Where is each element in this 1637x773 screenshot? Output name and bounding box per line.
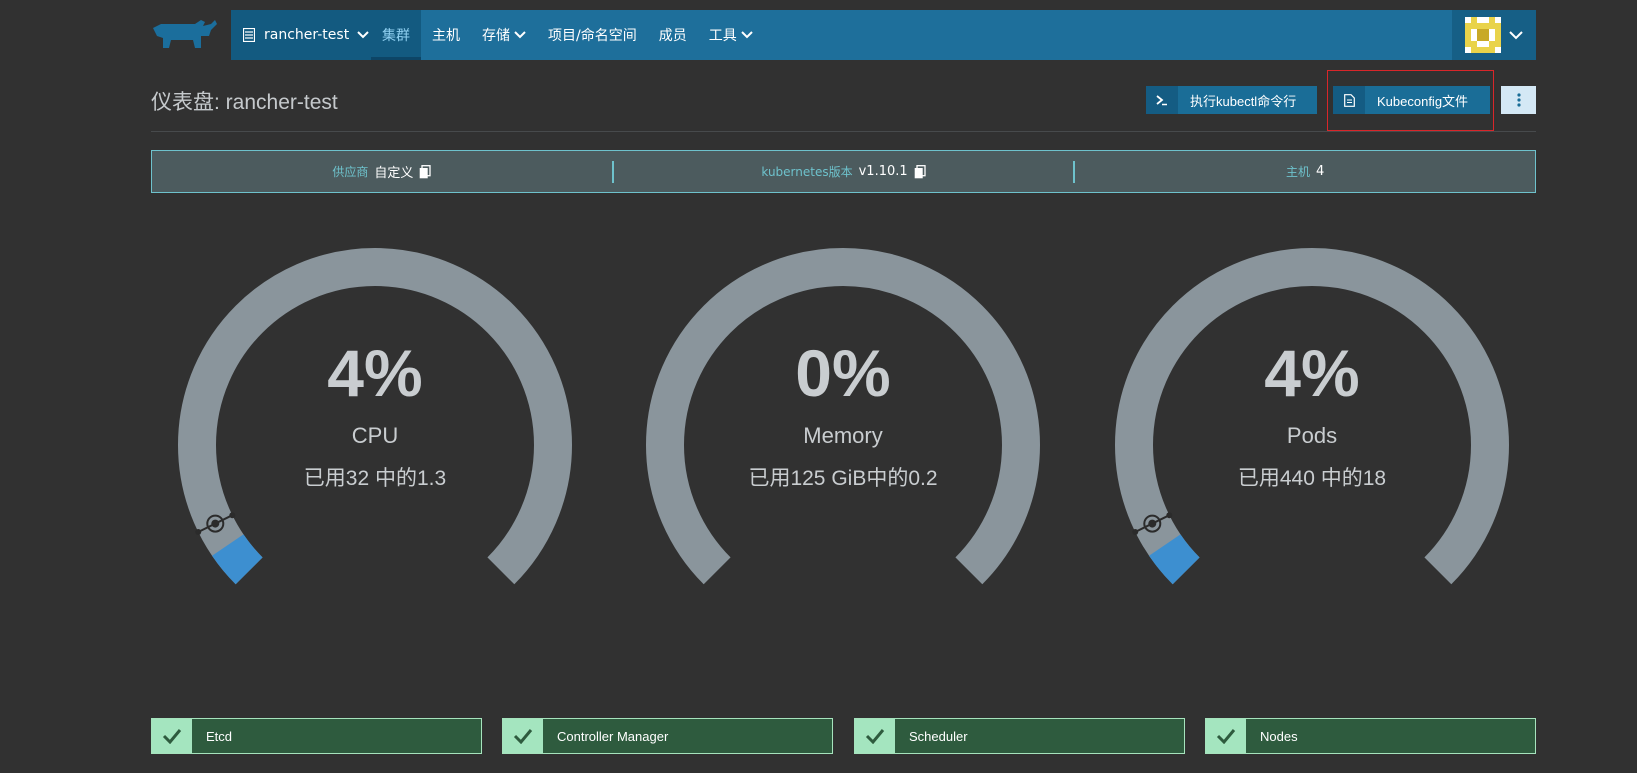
nav-hosts[interactable]: 主机 [421,10,471,60]
hosts-label: 主机 [1286,165,1311,179]
memory-gauge: 0% Memory 已用125 GiB中的0.2 [638,240,1048,600]
pods-label: Pods [1286,423,1338,448]
check-icon [855,719,895,753]
check-icon [503,719,543,753]
status-scheduler: Scheduler [854,718,1185,754]
pods-gauge-ring [1115,248,1509,585]
gauge-track [178,248,572,585]
k8s-version-label: kubernetes版本 [761,165,853,179]
cpu-percent: 4% [327,336,423,410]
nav-storage-label: 存储 [482,28,510,44]
nav-cluster-label: 集群 [382,28,410,44]
gauge-marker-dot [1166,512,1173,519]
file-icon [1333,86,1365,114]
cluster-switcher[interactable]: rancher-test [231,10,371,60]
gauge-marker-dot [1132,528,1139,535]
cluster-name: rancher-test [264,27,350,43]
gauge-marker-dot [229,512,236,519]
chevron-down-icon [357,31,369,39]
memory-percent: 0% [795,336,891,410]
status-nodes: Nodes [1205,718,1536,754]
status-etcd: Etcd [151,718,482,754]
cpu-usage-detail: 已用32 中的1.3 [303,467,447,490]
nav-storage[interactable]: 存储 [471,10,537,60]
chevron-down-icon [1509,30,1523,39]
memory-label: Memory [803,423,883,448]
memory-gauge-ring [646,248,1040,585]
header-divider [151,131,1536,132]
kubeconfig-file-button[interactable]: Kubeconfig文件 [1333,86,1490,114]
cluster-info-bar: 供应商 自定义 kubernetes版本 v1.10.1 主机 4 [151,150,1536,193]
status-label: Controller Manager [557,728,669,744]
nav-projects-label: 项目/命名空间 [548,28,637,44]
chevron-down-icon [514,31,526,39]
cluster-list-icon [243,28,255,42]
cpu-gauge-ring [178,248,572,585]
nav-members[interactable]: 成员 [648,10,698,60]
top-navbar: rancher-test 集群 主机 存储 项目/命名空间 成员 工具 [231,10,1536,60]
avatar [1465,17,1501,53]
terminal-icon [1146,86,1178,114]
hosts-info: 主机 4 [1075,151,1535,192]
status-label: Etcd [206,728,233,744]
k8s-version-value: v1.10.1 [858,164,908,179]
pods-gauge: 4% Pods 已用440 中的18 [1107,240,1517,600]
pods-usage-detail: 已用440 中的18 [1237,467,1387,490]
provider-label: 供应商 [332,165,369,179]
status-controller-manager: Controller Manager [502,718,833,754]
page-title: 仪表盘: rancher-test [151,91,338,114]
memory-usage-detail: 已用125 GiB中的0.2 [748,467,938,490]
gauge-indicator-dot [211,519,220,528]
user-menu[interactable] [1452,10,1536,60]
cpu-gauge: 4% CPU 已用32 中的1.3 [170,240,580,600]
kubernetes-version-info: kubernetes版本 v1.10.1 [614,151,1074,192]
provider-value: 自定义 [374,166,414,181]
more-actions-button[interactable] [1501,86,1536,114]
kubeconfig-button-label: Kubeconfig文件 [1377,93,1469,109]
nav-projects-namespaces[interactable]: 项目/命名空间 [537,10,648,60]
check-icon [1206,719,1246,753]
gauge-indicator-dot [1148,519,1157,528]
nav-tools-label: 工具 [708,28,737,44]
rancher-logo[interactable] [151,18,219,52]
cpu-label: CPU [351,423,399,448]
nav-hosts-label: 主机 [432,28,460,44]
nav-tools[interactable]: 工具 [698,10,764,60]
gauge-marker-dot [195,528,202,535]
nav-cluster[interactable]: 集群 [371,10,421,60]
gauge-fill [1149,534,1200,585]
kubectl-shell-button[interactable]: 执行kubectl命令行 [1146,86,1317,114]
pods-percent: 4% [1264,336,1360,410]
hosts-value: 4 [1316,164,1325,179]
kubectl-button-label: 执行kubectl命令行 [1190,93,1297,109]
status-label: Scheduler [909,728,968,744]
copy-icon[interactable] [914,164,926,179]
gauge-track [1115,248,1509,585]
copy-icon[interactable] [419,164,431,179]
vertical-ellipsis-icon [1516,93,1521,107]
nav-members-label: 成员 [658,28,687,44]
gauge-fill [212,534,263,585]
gauge-track [646,248,1040,585]
check-icon [152,719,192,753]
status-label: Nodes [1260,728,1298,744]
chevron-down-icon [741,31,753,39]
provider-info: 供应商 自定义 [152,151,612,192]
